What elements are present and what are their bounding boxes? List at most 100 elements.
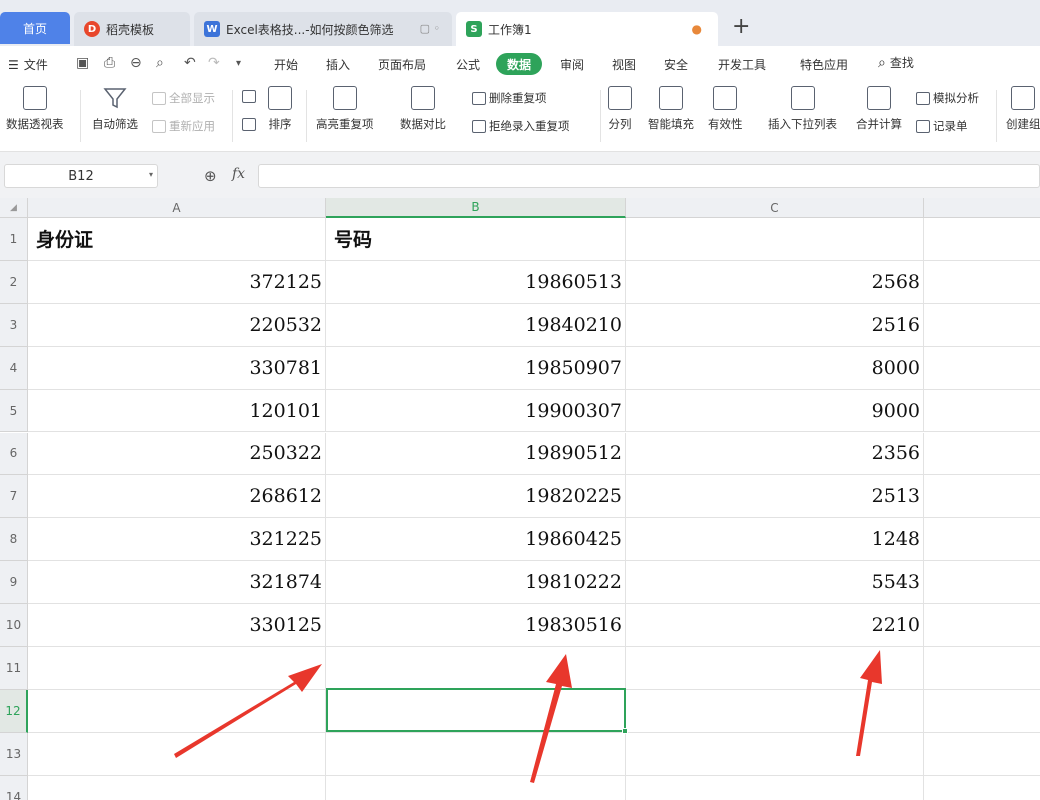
pivot-table-button[interactable]: 数据透视表	[6, 86, 64, 132]
highlight-duplicates-button[interactable]: 高亮重复项	[316, 86, 374, 132]
table-cell[interactable]	[924, 647, 1040, 690]
search-menu[interactable]: ⌕ 查找	[878, 54, 914, 71]
table-cell[interactable]: 19830516	[326, 604, 626, 647]
menu-developer[interactable]: 开发工具	[718, 56, 766, 73]
table-cell[interactable]	[924, 261, 1040, 304]
file-menu[interactable]: ☰ 文件	[8, 56, 48, 73]
column-header-b[interactable]: B	[326, 198, 626, 218]
table-cell[interactable]: 120101	[28, 389, 326, 433]
table-cell[interactable]	[924, 518, 1040, 562]
auto-filter-button[interactable]: 自动筛选	[92, 86, 138, 132]
table-cell[interactable]: 321225	[28, 518, 326, 562]
table-cell[interactable]	[924, 347, 1040, 390]
undo-icon[interactable]: ↶	[184, 55, 196, 71]
tab-home[interactable]: 首页	[0, 12, 70, 44]
table-cell[interactable]: 19860513	[326, 260, 626, 304]
reject-duplicates-button[interactable]: 拒绝录入重复项	[472, 118, 570, 134]
column-header-d[interactable]	[924, 198, 1040, 218]
table-cell[interactable]: 2513	[626, 475, 924, 519]
row-header[interactable]: 5	[0, 389, 28, 433]
column-header-a[interactable]: A	[28, 198, 326, 218]
table-cell[interactable]	[326, 775, 626, 800]
sort-descending-button[interactable]	[242, 118, 256, 131]
table-cell[interactable]: 372125	[28, 260, 326, 304]
table-cell[interactable]: 220532	[28, 303, 326, 347]
table-cell[interactable]: 330125	[28, 604, 326, 647]
table-cell[interactable]: 2356	[626, 432, 924, 476]
table-cell[interactable]	[326, 732, 626, 776]
table-cell[interactable]	[28, 689, 326, 733]
menu-home[interactable]: 开始	[274, 56, 298, 73]
table-cell[interactable]: 9000	[626, 389, 924, 433]
table-cell[interactable]	[626, 732, 924, 776]
table-cell[interactable]: 19820225	[326, 475, 626, 519]
fill-handle[interactable]	[622, 728, 628, 734]
table-cell[interactable]: 19840210	[326, 303, 626, 347]
table-cell[interactable]: 2516	[626, 303, 924, 347]
table-cell[interactable]	[924, 561, 1040, 605]
table-cell[interactable]: 250322	[28, 432, 326, 476]
delete-duplicates-button[interactable]: 删除重复项	[472, 90, 547, 106]
tab-workbook[interactable]: S 工作簿1 ●	[456, 12, 718, 46]
tab-close-icon[interactable]: ▢ ◦	[420, 22, 440, 35]
menu-view[interactable]: 视图	[612, 56, 636, 73]
tab-docer-templates[interactable]: D 稻壳模板	[74, 12, 190, 46]
menu-security[interactable]: 安全	[664, 56, 688, 73]
sort-ascending-button[interactable]	[242, 90, 256, 103]
sort-button[interactable]: 排序	[268, 86, 292, 132]
row-header[interactable]: 8	[0, 518, 28, 562]
row-header[interactable]: 3	[0, 303, 28, 347]
selected-cell-b12[interactable]	[326, 688, 628, 734]
table-cell[interactable]	[924, 690, 1040, 733]
insert-dropdown-list-button[interactable]: 插入下拉列表	[768, 86, 837, 132]
row-header[interactable]: 10	[0, 604, 28, 647]
table-cell[interactable]	[924, 218, 1040, 261]
row-header[interactable]: 11	[0, 647, 28, 690]
table-cell[interactable]	[924, 304, 1040, 347]
table-cell[interactable]: 19850907	[326, 346, 626, 390]
table-cell[interactable]	[28, 775, 326, 800]
new-tab-button[interactable]: +	[732, 14, 750, 39]
table-cell[interactable]: 19900307	[326, 389, 626, 433]
menu-page-layout[interactable]: 页面布局	[378, 56, 426, 73]
row-header[interactable]: 13	[0, 732, 28, 776]
export-icon[interactable]: ⊖	[130, 55, 142, 71]
select-all-corner[interactable]: ◢	[0, 198, 28, 218]
table-cell[interactable]	[626, 689, 924, 733]
table-cell[interactable]	[626, 775, 924, 800]
menu-special-apps[interactable]: 特色应用	[800, 56, 848, 73]
save-icon[interactable]: ▣	[76, 55, 89, 71]
table-cell[interactable]	[28, 732, 326, 776]
consolidate-button[interactable]: 合并计算	[856, 86, 902, 132]
table-cell[interactable]	[626, 218, 924, 261]
quick-access-dropdown-icon[interactable]: ▾	[236, 58, 241, 69]
record-form-button[interactable]: 记录单	[916, 118, 968, 134]
redo-icon[interactable]: ↷	[208, 55, 220, 71]
menu-data[interactable]: 数据	[496, 53, 542, 75]
row-header[interactable]: 4	[0, 346, 28, 390]
what-if-analysis-button[interactable]: 模拟分析	[916, 90, 979, 106]
row-header[interactable]: 12	[0, 689, 28, 733]
table-cell[interactable]: 268612	[28, 475, 326, 519]
table-cell[interactable]: 330781	[28, 346, 326, 390]
table-cell[interactable]: 8000	[626, 346, 924, 390]
row-header[interactable]: 14	[0, 775, 28, 800]
table-cell[interactable]: 号码	[326, 218, 626, 261]
table-cell[interactable]	[326, 647, 626, 690]
name-box[interactable]: B12 ▾	[4, 164, 158, 188]
menu-insert[interactable]: 插入	[326, 56, 350, 73]
row-header[interactable]: 6	[0, 432, 28, 476]
menu-review[interactable]: 审阅	[560, 56, 584, 73]
function-icon[interactable]: fx	[232, 166, 245, 182]
row-header[interactable]: 7	[0, 475, 28, 519]
table-cell[interactable]: 19860425	[326, 518, 626, 562]
table-cell[interactable]: 身份证	[28, 218, 326, 261]
table-cell[interactable]: 19890512	[326, 432, 626, 476]
create-group-button[interactable]: 创建组	[1006, 86, 1040, 132]
flash-fill-button[interactable]: 智能填充	[648, 86, 694, 132]
row-header[interactable]: 2	[0, 260, 28, 304]
table-cell[interactable]: 2568	[626, 260, 924, 304]
formula-input[interactable]	[258, 164, 1040, 188]
table-cell[interactable]: 1248	[626, 518, 924, 562]
table-cell[interactable]	[924, 390, 1040, 433]
